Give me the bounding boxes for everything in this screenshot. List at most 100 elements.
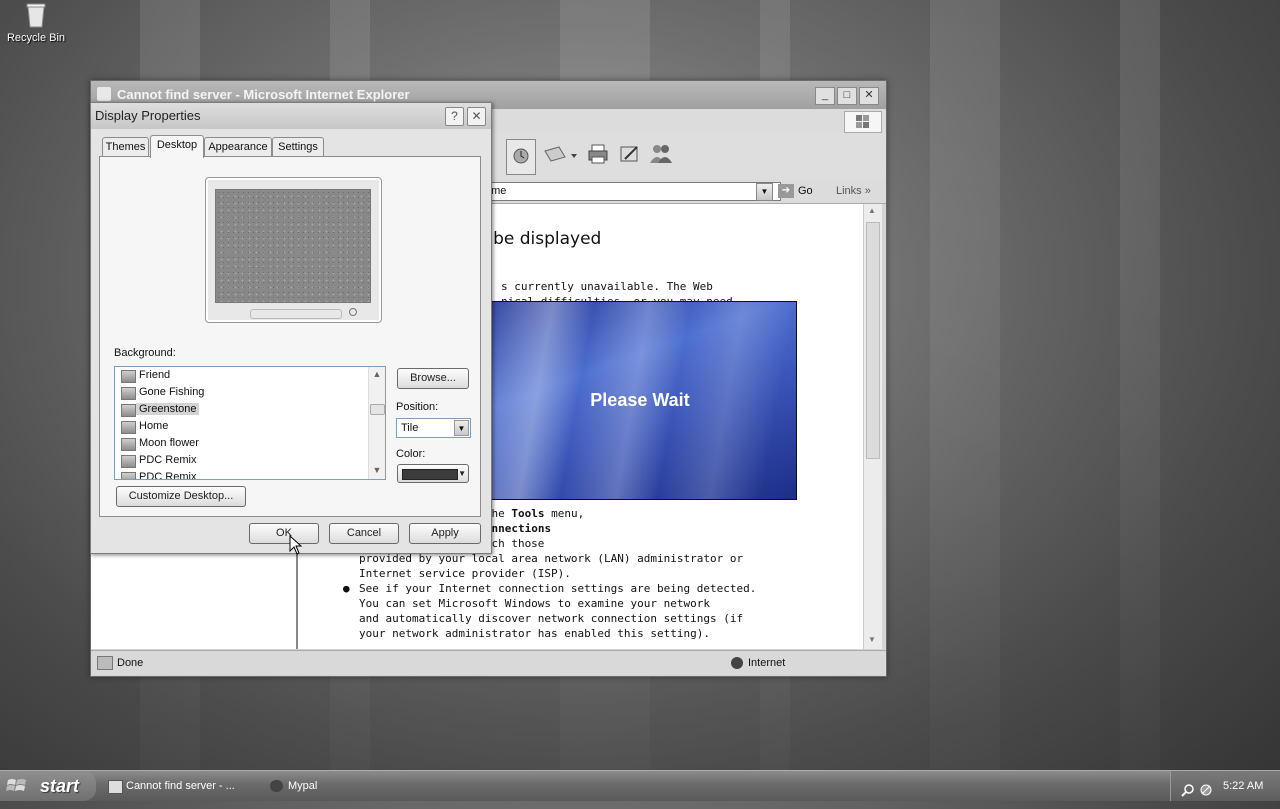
taskbar: start Cannot find server - ... Mypal 5:2… (0, 770, 1280, 801)
customize-desktop-button[interactable]: Customize Desktop... (116, 486, 246, 507)
ie-icon (97, 87, 111, 101)
page-text-run: menu, (544, 507, 585, 520)
ok-button[interactable]: OK (249, 523, 319, 544)
go-arrow-icon: ➔ (778, 184, 794, 199)
customize-label: Customize Desktop... (128, 490, 234, 502)
close-button[interactable]: ✕ (859, 87, 879, 105)
tab-label: Desktop (156, 139, 198, 151)
tab-settings[interactable]: Settings (272, 137, 324, 157)
network-icon[interactable] (1199, 779, 1213, 796)
messenger-button[interactable] (649, 143, 673, 165)
scroll-thumb[interactable] (866, 222, 880, 459)
background-item-label: Moon flower (139, 437, 199, 449)
page-bold-text: Tools (511, 507, 545, 520)
background-list-item[interactable]: PDC Remix (115, 452, 385, 469)
desktop-icon-label: Recycle Bin (6, 32, 66, 44)
display-properties-dialog: Display Properties ? ✕ Themes Desktop Ap… (90, 102, 492, 554)
go-label: Go (798, 185, 813, 197)
bullet-line: your network administrator has enabled t… (359, 627, 710, 640)
windows-logo-icon (6, 777, 28, 795)
background-list-item[interactable]: Gone Fishing (115, 384, 385, 401)
wallpaper-file-icon (121, 387, 136, 400)
color-label: Color: (396, 448, 426, 460)
background-list-item[interactable]: Friend (115, 367, 385, 384)
wallpaper-file-icon (121, 421, 136, 434)
tab-label: Settings (278, 141, 318, 153)
background-list-item[interactable]: Home (115, 418, 385, 435)
monitor-stand (250, 309, 342, 319)
wallpaper-file-icon (121, 472, 136, 479)
scroll-down-icon[interactable]: ▼ (371, 465, 383, 477)
status-text: Done (117, 657, 144, 669)
go-button[interactable]: ➔ Go (778, 182, 828, 200)
position-select[interactable]: Tile ▼ (396, 418, 471, 438)
wallpaper-preview (215, 189, 371, 303)
page-heading: t be displayed (481, 229, 602, 249)
help-button[interactable]: ? (445, 107, 464, 126)
monitor-power-icon (349, 308, 357, 316)
recycle-bin-icon (25, 2, 47, 28)
address-input[interactable]: ome (476, 182, 781, 201)
taskbar-item-label: Cannot find server - ... (126, 780, 235, 792)
page-line: s currently unavailable. The Web (501, 280, 713, 293)
mouse-cursor-icon (289, 534, 303, 555)
page-vertical-scrollbar[interactable]: ▲ ▼ (863, 204, 882, 649)
minimize-button[interactable]: _ (815, 87, 835, 105)
desktop-icon-recycle-bin[interactable]: Recycle Bin (6, 2, 66, 44)
mail-button[interactable] (543, 145, 577, 165)
background-label: Background: (114, 347, 176, 359)
page-bullet: ● See if your Internet connection settin… (343, 582, 757, 640)
links-label: Links (836, 185, 862, 197)
apply-button[interactable]: Apply (409, 523, 481, 544)
background-item-label: Home (139, 420, 169, 432)
messenger-icon (650, 145, 672, 163)
clock[interactable]: 5:22 AM (1223, 771, 1263, 801)
background-list-item[interactable]: Greenstone (115, 401, 385, 418)
chevron-down-icon: ▼ (454, 420, 469, 436)
background-list-item[interactable]: Moon flower (115, 435, 385, 452)
scroll-up-icon[interactable]: ▲ (371, 369, 383, 381)
background-item-label: PDC Remix (139, 471, 197, 480)
dialog-title: Display Properties (95, 108, 201, 123)
tab-desktop[interactable]: Desktop (150, 135, 204, 158)
color-picker-button[interactable]: ▼ (397, 464, 469, 483)
history-icon (513, 148, 529, 164)
page-text-run: Internet service provider (ISP). (359, 567, 571, 580)
ie-icon (108, 780, 123, 794)
browse-button[interactable]: Browse... (397, 368, 469, 389)
tab-themes[interactable]: Themes (102, 137, 149, 157)
background-item-label: Friend (139, 369, 171, 381)
dialog-close-button[interactable]: ✕ (467, 107, 486, 126)
bullet-line: and automatically discover network conne… (359, 612, 744, 625)
maximize-button[interactable]: □ (837, 87, 857, 105)
bullet-line: See if your Internet connection settings… (359, 582, 757, 595)
history-button[interactable] (506, 139, 536, 175)
background-list-item[interactable]: PDC Remix (115, 469, 385, 480)
tab-appearance[interactable]: Appearance (204, 137, 272, 157)
background-item-label: Greenstone (136, 403, 200, 415)
edit-icon (620, 146, 638, 162)
search-icon[interactable] (1181, 779, 1195, 797)
printer-icon (588, 144, 608, 164)
dialog-title-bar[interactable]: Display Properties (91, 103, 491, 129)
position-value: Tile (401, 422, 419, 434)
print-button[interactable] (587, 143, 609, 165)
monitor-preview (205, 177, 382, 323)
cancel-button[interactable]: Cancel (329, 523, 399, 544)
page-line: Internet service provider (ISP). (359, 566, 743, 581)
background-list-scrollbar[interactable]: ▲ ▼ (368, 367, 385, 479)
background-item-label: PDC Remix (139, 454, 197, 466)
color-swatch (402, 469, 458, 480)
background-list[interactable]: Friend Gone Fishing Greenstone Home Moon flo… (114, 366, 386, 480)
mypal-icon (270, 780, 283, 792)
taskbar-item-mypal[interactable]: Mypal (268, 774, 408, 798)
address-dropdown-button[interactable]: ▼ (756, 183, 773, 201)
ie-window-title: Cannot find server - Microsoft Internet … (117, 87, 410, 102)
cancel-label: Cancel (346, 527, 382, 539)
edit-button[interactable] (619, 143, 641, 165)
start-label: start (40, 776, 80, 796)
links-button[interactable]: Links » (836, 182, 881, 200)
zone-indicator: Internet (731, 651, 785, 675)
scroll-thumb[interactable] (370, 404, 385, 415)
taskbar-item-ie[interactable]: Cannot find server - ... (106, 774, 276, 798)
